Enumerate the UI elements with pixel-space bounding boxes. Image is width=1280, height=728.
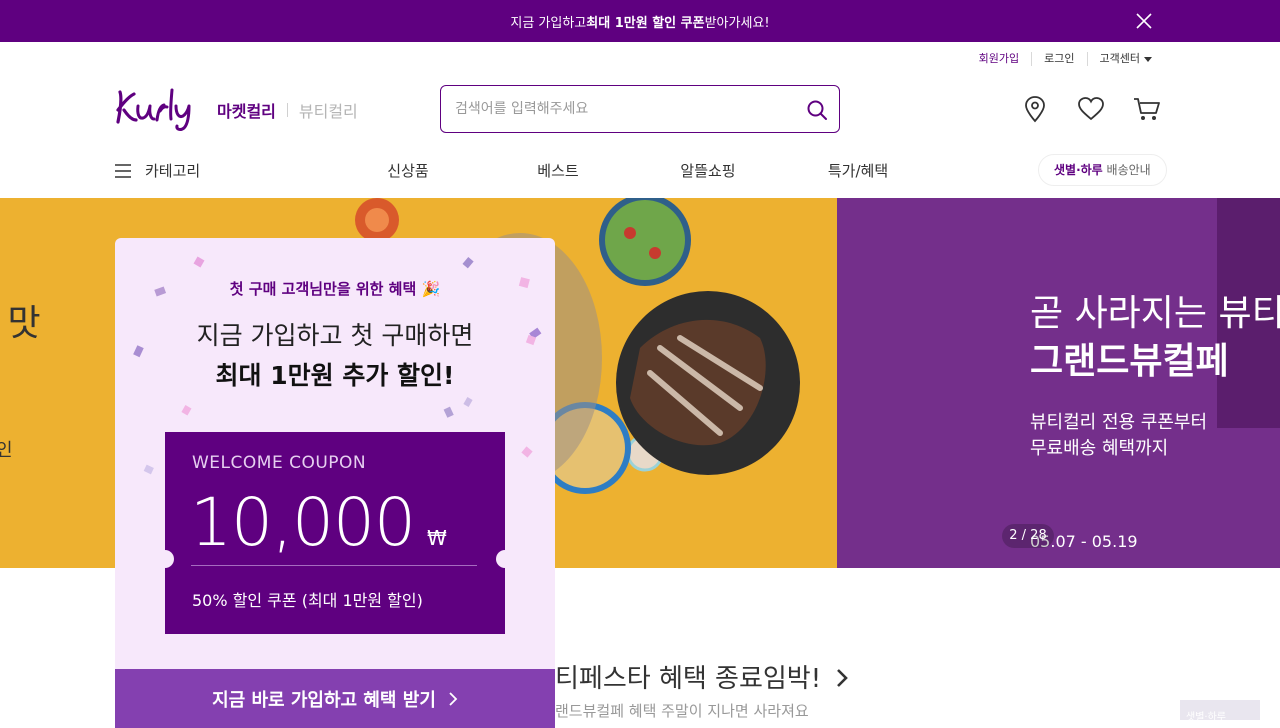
search-box bbox=[440, 85, 840, 133]
modal-headline-2: 최대 1만원 추가 할인! bbox=[215, 361, 455, 390]
cart-icon[interactable] bbox=[1132, 94, 1162, 124]
hero-left-fragment-1: l 맛 bbox=[0, 303, 41, 344]
hero-desc-line-2: 무료배송 혜택까지 bbox=[1030, 438, 1169, 459]
caret-down-icon bbox=[1144, 56, 1152, 62]
ticket-amount: 10,000 bbox=[190, 484, 416, 561]
welcome-coupon-modal: 첫 구매 고객님만을 위한 혜택 🎉 지금 가입하고 첫 구매하면 최대 1만원… bbox=[115, 238, 555, 728]
ticket-notch-left bbox=[156, 550, 174, 568]
section-subtitle: 랜드뷰컬페 혜택 주말이 지나면 사라져요 bbox=[555, 702, 809, 720]
modal-headline-1: 지금 가입하고 첫 구매하면 bbox=[196, 321, 474, 350]
hero-slide-beauty[interactable]: 곧 사라지는 뷰티 그랜드뷰컬페 뷰티컬리 전용 쿠폰부터 무료배송 혜택까지 … bbox=[837, 198, 1280, 568]
util-links: 회원가입 로그인 고객센터 bbox=[967, 52, 1164, 66]
nav-items: 신상품 베스트 알뜰쇼핑 특가/혜택 bbox=[333, 160, 933, 181]
header-icons bbox=[1020, 94, 1188, 124]
ticket-currency: ₩ bbox=[427, 526, 447, 550]
section-thumbnail[interactable]: 샛별·하루 bbox=[1180, 700, 1260, 723]
coupon-ticket: WELCOME COUPON 10,000 ₩ 50% 할인 쿠폰 (최대 1만… bbox=[156, 432, 514, 634]
category-label: 카테고리 bbox=[145, 162, 201, 180]
hero-right-desc: 뷰티컬리 전용 쿠폰부터 무료배송 혜택까지 bbox=[1030, 410, 1207, 462]
hamburger-icon bbox=[115, 163, 131, 178]
signup-link[interactable]: 회원가입 bbox=[967, 52, 1031, 66]
delivery-bold: 샛별·하루 bbox=[1054, 163, 1103, 177]
divider bbox=[286, 103, 288, 117]
hero-left-fragment-2: 인 bbox=[0, 440, 13, 461]
nav-item-best[interactable]: 베스트 bbox=[483, 160, 633, 181]
section-title[interactable]: 티페스타 혜택 종료임박! bbox=[555, 658, 849, 695]
chevron-right-icon bbox=[837, 669, 849, 687]
location-icon[interactable] bbox=[1020, 94, 1050, 124]
cta-label: 지금 바로 가입하고 혜택 받기 bbox=[212, 689, 436, 711]
delivery-text: 배송안내 bbox=[1102, 163, 1151, 177]
promo-text-post: 받아가세요! bbox=[704, 15, 770, 31]
nav-item-special-deals[interactable]: 특가/혜택 bbox=[783, 160, 933, 181]
ticket-notch-right bbox=[496, 550, 514, 568]
promo-bar[interactable]: 지금 가입하고 최대 1만원 할인 쿠폰 받아가세요! bbox=[0, 0, 1280, 42]
section-title-text: 티페스타 혜택 종료임박! bbox=[555, 664, 822, 694]
customer-center-link[interactable]: 고객센터 bbox=[1086, 52, 1164, 66]
ticket-label: WELCOME COUPON bbox=[192, 453, 367, 473]
delivery-info-button[interactable]: 샛별·하루 배송안내 bbox=[1038, 154, 1167, 186]
ticket-description: 50% 할인 쿠폰 (최대 1만원 할인) bbox=[192, 591, 423, 610]
hero-title-line-1: 곧 사라지는 뷰티 bbox=[1030, 293, 1280, 334]
search-icon[interactable] bbox=[805, 98, 829, 122]
chevron-right-icon bbox=[449, 691, 458, 706]
category-menu[interactable]: 카테고리 bbox=[115, 160, 200, 181]
heart-icon[interactable] bbox=[1076, 94, 1106, 124]
signup-benefit-button[interactable]: 지금 바로 가입하고 혜택 받기 bbox=[115, 669, 555, 728]
close-icon[interactable] bbox=[1134, 11, 1154, 31]
ticket-divider bbox=[191, 565, 477, 566]
promo-text-pre: 지금 가입하고 bbox=[510, 15, 587, 31]
service-switch: 마켓컬리 뷰티컬리 bbox=[217, 98, 358, 122]
customer-center-label: 고객센터 bbox=[1099, 52, 1140, 65]
service-beauty-kurly[interactable]: 뷰티컬리 bbox=[299, 98, 358, 122]
search-input[interactable] bbox=[455, 98, 785, 120]
carousel-pager: 2 / 28 bbox=[1002, 524, 1054, 548]
hero-title-line-2: 그랜드뷰컬페 bbox=[1030, 341, 1229, 382]
main-nav: 카테고리 신상품 베스트 알뜰쇼핑 특가/혜택 샛별·하루 배송안내 bbox=[0, 150, 1280, 198]
nav-item-new[interactable]: 신상품 bbox=[333, 160, 483, 181]
hero-right-title: 곧 사라지는 뷰티 그랜드뷰컬페 bbox=[1030, 290, 1280, 386]
modal-subtitle: 첫 구매 고객님만을 위한 혜택 🎉 bbox=[229, 280, 441, 298]
service-market-kurly[interactable]: 마켓컬리 bbox=[217, 98, 276, 122]
hero-desc-line-1: 뷰티컬리 전용 쿠폰부터 bbox=[1030, 412, 1208, 433]
kurly-logo[interactable] bbox=[114, 84, 198, 132]
nav-item-value-shopping[interactable]: 알뜰쇼핑 bbox=[633, 160, 783, 181]
promo-text-bold: 최대 1만원 할인 쿠폰 bbox=[586, 15, 705, 31]
login-link[interactable]: 로그인 bbox=[1031, 52, 1086, 66]
thumb-text: 샛별·하루 bbox=[1186, 712, 1226, 723]
